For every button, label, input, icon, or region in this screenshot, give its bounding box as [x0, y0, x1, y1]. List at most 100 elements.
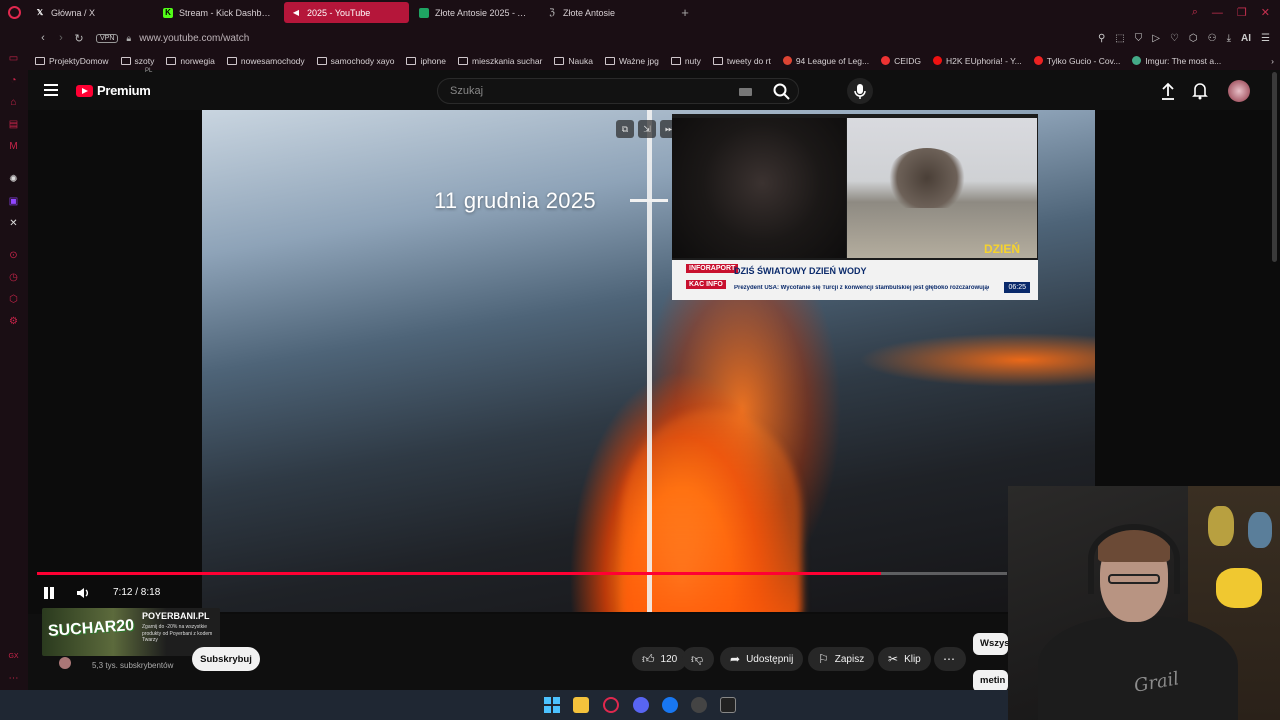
player-icon[interactable]: ⊙ — [7, 249, 20, 262]
back-arrow-icon[interactable]: ‹ — [34, 32, 52, 44]
progress-bar[interactable] — [37, 572, 1007, 575]
promo-banner[interactable]: SUCHAR20 POYERBANI.PL Zgarnij do -20% na… — [42, 608, 220, 656]
menu-icon[interactable]: ☰ — [1261, 33, 1270, 44]
settings-icon[interactable]: ⚙ — [7, 315, 20, 328]
ai-button[interactable]: AI — [1241, 33, 1251, 44]
windows-start-icon[interactable] — [544, 697, 560, 713]
plush-bee — [1216, 568, 1262, 608]
chip-second[interactable]: metin — [973, 670, 1008, 692]
bookmark-item[interactable]: mieszkania suchar — [458, 56, 542, 66]
profile-icon[interactable]: ⚇ — [1208, 33, 1217, 44]
more-actions-button[interactable]: ⋯ — [934, 647, 966, 671]
forward-arrow-icon[interactable]: › — [52, 32, 70, 44]
bookmark-item[interactable]: szoty — [120, 56, 154, 66]
bookmark-item[interactable]: Nauka — [554, 56, 593, 66]
tab-kick-dashboard[interactable]: K Stream - Kick Dashboard — [156, 2, 281, 23]
tab-sheets[interactable]: Złote Antosie 2025 - Arku — [412, 2, 537, 23]
shield-icon[interactable]: ⛉ — [1135, 33, 1143, 44]
pause-icon[interactable] — [43, 587, 55, 599]
bookmark-item[interactable]: iphone — [406, 56, 446, 66]
folder-icon — [604, 56, 615, 65]
obs-icon[interactable] — [691, 697, 707, 713]
bookmark-item[interactable]: ProjektyDomow — [35, 56, 109, 66]
play-icon[interactable]: ▷ — [1152, 33, 1160, 44]
more-icon[interactable]: ⋯ — [7, 672, 20, 685]
share-button[interactable]: ➦ Udostępnij — [720, 647, 804, 671]
x-sidebar-icon[interactable]: ✕ — [7, 217, 20, 230]
clip-button[interactable]: ✂ Klip — [878, 647, 931, 671]
file-explorer-icon[interactable] — [573, 697, 589, 713]
bookmark-item[interactable]: Imgur: The most a... — [1132, 56, 1221, 66]
url-field[interactable]: www.youtube.com/watch — [139, 33, 249, 44]
gx-badge-icon[interactable]: GX — [7, 650, 20, 663]
subscribe-button[interactable]: Subskrybuj — [192, 647, 260, 671]
gx-control-icon[interactable]: ◔ — [7, 74, 20, 87]
figurine — [1208, 506, 1234, 546]
opera-gx-logo-icon[interactable] — [0, 0, 28, 25]
twitch-icon[interactable]: ▣ — [7, 195, 20, 208]
share-label: Udostępnij — [746, 653, 794, 665]
restore-icon[interactable]: ❐ — [1237, 6, 1247, 19]
discord-icon[interactable] — [633, 697, 649, 713]
tab-doc[interactable]: ℨ Złote Antosie — [540, 2, 665, 23]
like-button[interactable]: 👍︎ 120 — [632, 647, 688, 671]
upload-icon[interactable] — [1160, 80, 1176, 102]
lock-icon[interactable]: 🔒︎ — [126, 33, 131, 44]
facebook-icon[interactable] — [662, 697, 678, 713]
bell-icon[interactable] — [1192, 80, 1208, 102]
heart-icon[interactable]: ♡ — [1170, 33, 1179, 44]
new-tab-button[interactable]: + — [674, 5, 696, 20]
volume-icon[interactable] — [76, 586, 90, 600]
mail-icon[interactable]: M — [7, 140, 20, 153]
hamburger-menu-icon[interactable] — [44, 84, 58, 96]
gx-cleaner-icon[interactable]: ⌂ — [7, 96, 20, 109]
bookmark-item[interactable]: norwegia — [166, 56, 215, 66]
avatar[interactable] — [1228, 80, 1250, 102]
bookmarks-overflow-icon[interactable]: › — [1271, 56, 1274, 66]
bookmark-item[interactable]: Tylko Gucio - Cov... — [1033, 56, 1120, 66]
bookmark-item[interactable]: tweety do rt — [712, 56, 771, 66]
extensions-icon[interactable]: ⬡ — [1189, 33, 1198, 44]
scissors-icon: ✂ — [888, 652, 899, 666]
save-button[interactable]: ⚐ Zapisz — [808, 647, 875, 671]
bookmark-item[interactable]: samochody xayo — [316, 56, 394, 66]
bookmark-item[interactable]: nuty — [670, 56, 701, 66]
reload-icon[interactable]: ↻ — [70, 32, 88, 45]
history-icon[interactable]: ◷ — [7, 271, 20, 284]
bookmark-item[interactable]: H2K EUphoria! - Y... — [933, 56, 1022, 66]
miniplayer-controls: ⧉ ⇲ ⏭ — [616, 120, 678, 138]
tab-x-home[interactable]: 𝕏 Główna / X — [28, 2, 153, 23]
tab-label: Główna / X — [51, 7, 96, 18]
miniplayer-icon[interactable]: ⧉ — [616, 120, 634, 138]
search-input[interactable] — [438, 79, 738, 103]
bookmark-item[interactable]: Ważne jpg — [604, 56, 659, 66]
site-favicon-icon — [1033, 56, 1043, 65]
bookmark-item[interactable]: 94 League of Leg... — [782, 56, 869, 66]
bookmark-item[interactable]: CEIDG — [881, 56, 921, 66]
vpn-badge[interactable]: VPN — [96, 33, 119, 43]
dislike-button[interactable]: 👎︎ — [682, 647, 714, 671]
screenshot-icon[interactable]: ⬚ — [1115, 33, 1124, 44]
chip-all[interactable]: Wszys — [973, 633, 1008, 655]
page-scrollbar[interactable] — [1272, 72, 1277, 262]
mic-button[interactable] — [847, 78, 873, 104]
gx-corner-icon[interactable]: ▭ — [7, 52, 20, 65]
hot-tabs-icon[interactable]: ▤ — [7, 118, 20, 131]
search-icon[interactable] — [772, 82, 792, 102]
keyboard-icon[interactable] — [739, 88, 752, 96]
opera-gx-taskbar-icon[interactable] — [603, 697, 619, 713]
chatgpt-icon[interactable]: ✺ — [7, 173, 20, 186]
download-icon[interactable]: ⤓ — [1227, 33, 1231, 44]
minimize-icon[interactable]: — — [1212, 7, 1223, 19]
extensions-sidebar-icon[interactable]: ⬡ — [7, 293, 20, 306]
windows-taskbar — [0, 690, 1008, 720]
terminal-icon[interactable] — [720, 697, 736, 713]
pip-icon[interactable]: ⇲ — [638, 120, 656, 138]
pin-icon[interactable]: ⚲ — [1098, 33, 1105, 44]
bookmark-item[interactable]: nowesamochody — [226, 56, 305, 66]
tab-youtube[interactable]: ◀ 2025 - YouTube — [284, 2, 409, 23]
youtube-premium-logo[interactable]: Premium — [76, 83, 151, 98]
close-icon[interactable]: ✕ — [1261, 6, 1270, 19]
channel-avatar[interactable] — [59, 657, 71, 669]
search-tabs-icon[interactable]: ⌕ — [1192, 6, 1198, 19]
